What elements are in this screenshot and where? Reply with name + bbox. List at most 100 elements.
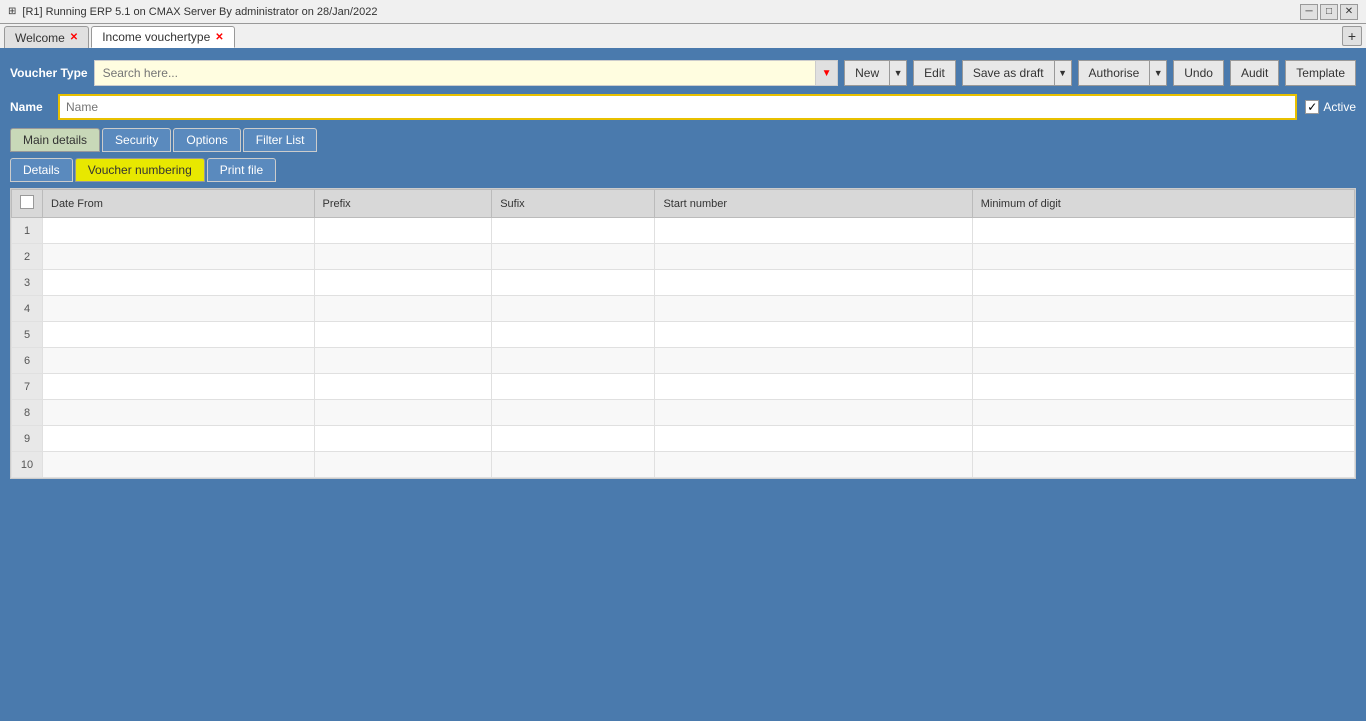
cell-prefix-8[interactable] [314, 400, 492, 426]
cell-prefix-6[interactable] [314, 348, 492, 374]
tab-details[interactable]: Details [10, 158, 73, 182]
cell-start-number-6[interactable] [655, 348, 972, 374]
name-row: Name ✓ Active [10, 94, 1356, 120]
tab-security[interactable]: Security [102, 128, 171, 152]
new-button-group: New ▼ [844, 60, 907, 86]
cell-start-number-2[interactable] [655, 244, 972, 270]
tab-income-vouchertype[interactable]: Income vouchertype ✕ [91, 26, 234, 48]
cell-sufix-5[interactable] [492, 322, 655, 348]
cell-minimum-of-digit-7[interactable] [972, 374, 1354, 400]
cell-minimum-of-digit-10[interactable] [972, 452, 1354, 478]
save-as-draft-button[interactable]: Save as draft [962, 60, 1054, 86]
voucher-type-dropdown-btn[interactable]: ▼ [815, 61, 837, 85]
new-dropdown-btn[interactable]: ▼ [889, 60, 907, 86]
cell-sufix-6[interactable] [492, 348, 655, 374]
cell-start-number-3[interactable] [655, 270, 972, 296]
cell-minimum-of-digit-1[interactable] [972, 218, 1354, 244]
voucher-type-search-box: ▼ [94, 60, 839, 86]
name-label: Name [10, 100, 50, 114]
cell-prefix-1[interactable] [314, 218, 492, 244]
undo-button[interactable]: Undo [1173, 60, 1224, 86]
close-button[interactable]: ✕ [1340, 4, 1358, 20]
tab-add-button[interactable]: + [1342, 26, 1362, 46]
save-as-draft-dropdown-btn[interactable]: ▼ [1054, 60, 1072, 86]
save-as-draft-button-group: Save as draft ▼ [962, 60, 1072, 86]
tab-voucher-numbering[interactable]: Voucher numbering [75, 158, 205, 182]
cell-start-number-1[interactable] [655, 218, 972, 244]
name-input[interactable] [58, 94, 1297, 120]
toolbar-row: Voucher Type ▼ New ▼ Edit Save as draft … [10, 60, 1356, 86]
cell-start-number-9[interactable] [655, 426, 972, 452]
cell-date-from-5[interactable] [43, 322, 315, 348]
cell-minimum-of-digit-2[interactable] [972, 244, 1354, 270]
cell-date-from-9[interactable] [43, 426, 315, 452]
tab-welcome-label: Welcome [15, 31, 65, 45]
cell-start-number-7[interactable] [655, 374, 972, 400]
row-number-1: 1 [12, 218, 43, 244]
cell-minimum-of-digit-9[interactable] [972, 426, 1354, 452]
cell-date-from-4[interactable] [43, 296, 315, 322]
cell-sufix-8[interactable] [492, 400, 655, 426]
row-number-7: 7 [12, 374, 43, 400]
audit-button[interactable]: Audit [1230, 60, 1279, 86]
row-number-9: 9 [12, 426, 43, 452]
tab-options-label: Options [186, 133, 227, 147]
authorise-button[interactable]: Authorise [1078, 60, 1150, 86]
cell-date-from-8[interactable] [43, 400, 315, 426]
cell-minimum-of-digit-3[interactable] [972, 270, 1354, 296]
tab-welcome[interactable]: Welcome ✕ [4, 26, 89, 48]
voucher-type-search-input[interactable] [95, 61, 838, 85]
cell-sufix-3[interactable] [492, 270, 655, 296]
edit-button[interactable]: Edit [913, 60, 956, 86]
cell-date-from-6[interactable] [43, 348, 315, 374]
cell-start-number-5[interactable] [655, 322, 972, 348]
cell-date-from-2[interactable] [43, 244, 315, 270]
row-number-3: 3 [12, 270, 43, 296]
tab-main-details[interactable]: Main details [10, 128, 100, 152]
cell-prefix-2[interactable] [314, 244, 492, 270]
tab-print-file-label: Print file [220, 163, 263, 177]
cell-date-from-7[interactable] [43, 374, 315, 400]
active-checkbox-area: ✓ Active [1305, 100, 1356, 114]
template-button[interactable]: Template [1285, 60, 1356, 86]
table-row: 4 [12, 296, 1355, 322]
cell-sufix-2[interactable] [492, 244, 655, 270]
cell-minimum-of-digit-4[interactable] [972, 296, 1354, 322]
cell-sufix-7[interactable] [492, 374, 655, 400]
cell-prefix-10[interactable] [314, 452, 492, 478]
cell-minimum-of-digit-5[interactable] [972, 322, 1354, 348]
tab-print-file[interactable]: Print file [207, 158, 276, 182]
cell-prefix-9[interactable] [314, 426, 492, 452]
cell-date-from-3[interactable] [43, 270, 315, 296]
cell-sufix-1[interactable] [492, 218, 655, 244]
cell-prefix-7[interactable] [314, 374, 492, 400]
cell-sufix-9[interactable] [492, 426, 655, 452]
row-number-2: 2 [12, 244, 43, 270]
new-button[interactable]: New [844, 60, 889, 86]
cell-prefix-4[interactable] [314, 296, 492, 322]
authorise-dropdown-btn[interactable]: ▼ [1149, 60, 1167, 86]
table-row: 1 [12, 218, 1355, 244]
tab-filter-list[interactable]: Filter List [243, 128, 318, 152]
tab-welcome-close[interactable]: ✕ [70, 32, 78, 43]
tab-main-details-label: Main details [23, 133, 87, 147]
tab-options[interactable]: Options [173, 128, 240, 152]
cell-sufix-10[interactable] [492, 452, 655, 478]
cell-start-number-8[interactable] [655, 400, 972, 426]
table-row: 10 [12, 452, 1355, 478]
grid-header-minimum-of-digit: Minimum of digit [972, 190, 1354, 218]
tab-income-vouchertype-close[interactable]: ✕ [215, 32, 223, 43]
cell-prefix-5[interactable] [314, 322, 492, 348]
active-checkbox[interactable]: ✓ [1305, 100, 1319, 114]
cell-start-number-10[interactable] [655, 452, 972, 478]
cell-date-from-10[interactable] [43, 452, 315, 478]
cell-sufix-4[interactable] [492, 296, 655, 322]
cell-start-number-4[interactable] [655, 296, 972, 322]
cell-date-from-1[interactable] [43, 218, 315, 244]
authorise-button-group: Authorise ▼ [1078, 60, 1168, 86]
cell-minimum-of-digit-6[interactable] [972, 348, 1354, 374]
maximize-button[interactable]: □ [1320, 4, 1338, 20]
cell-minimum-of-digit-8[interactable] [972, 400, 1354, 426]
minimize-button[interactable]: ─ [1300, 4, 1318, 20]
cell-prefix-3[interactable] [314, 270, 492, 296]
